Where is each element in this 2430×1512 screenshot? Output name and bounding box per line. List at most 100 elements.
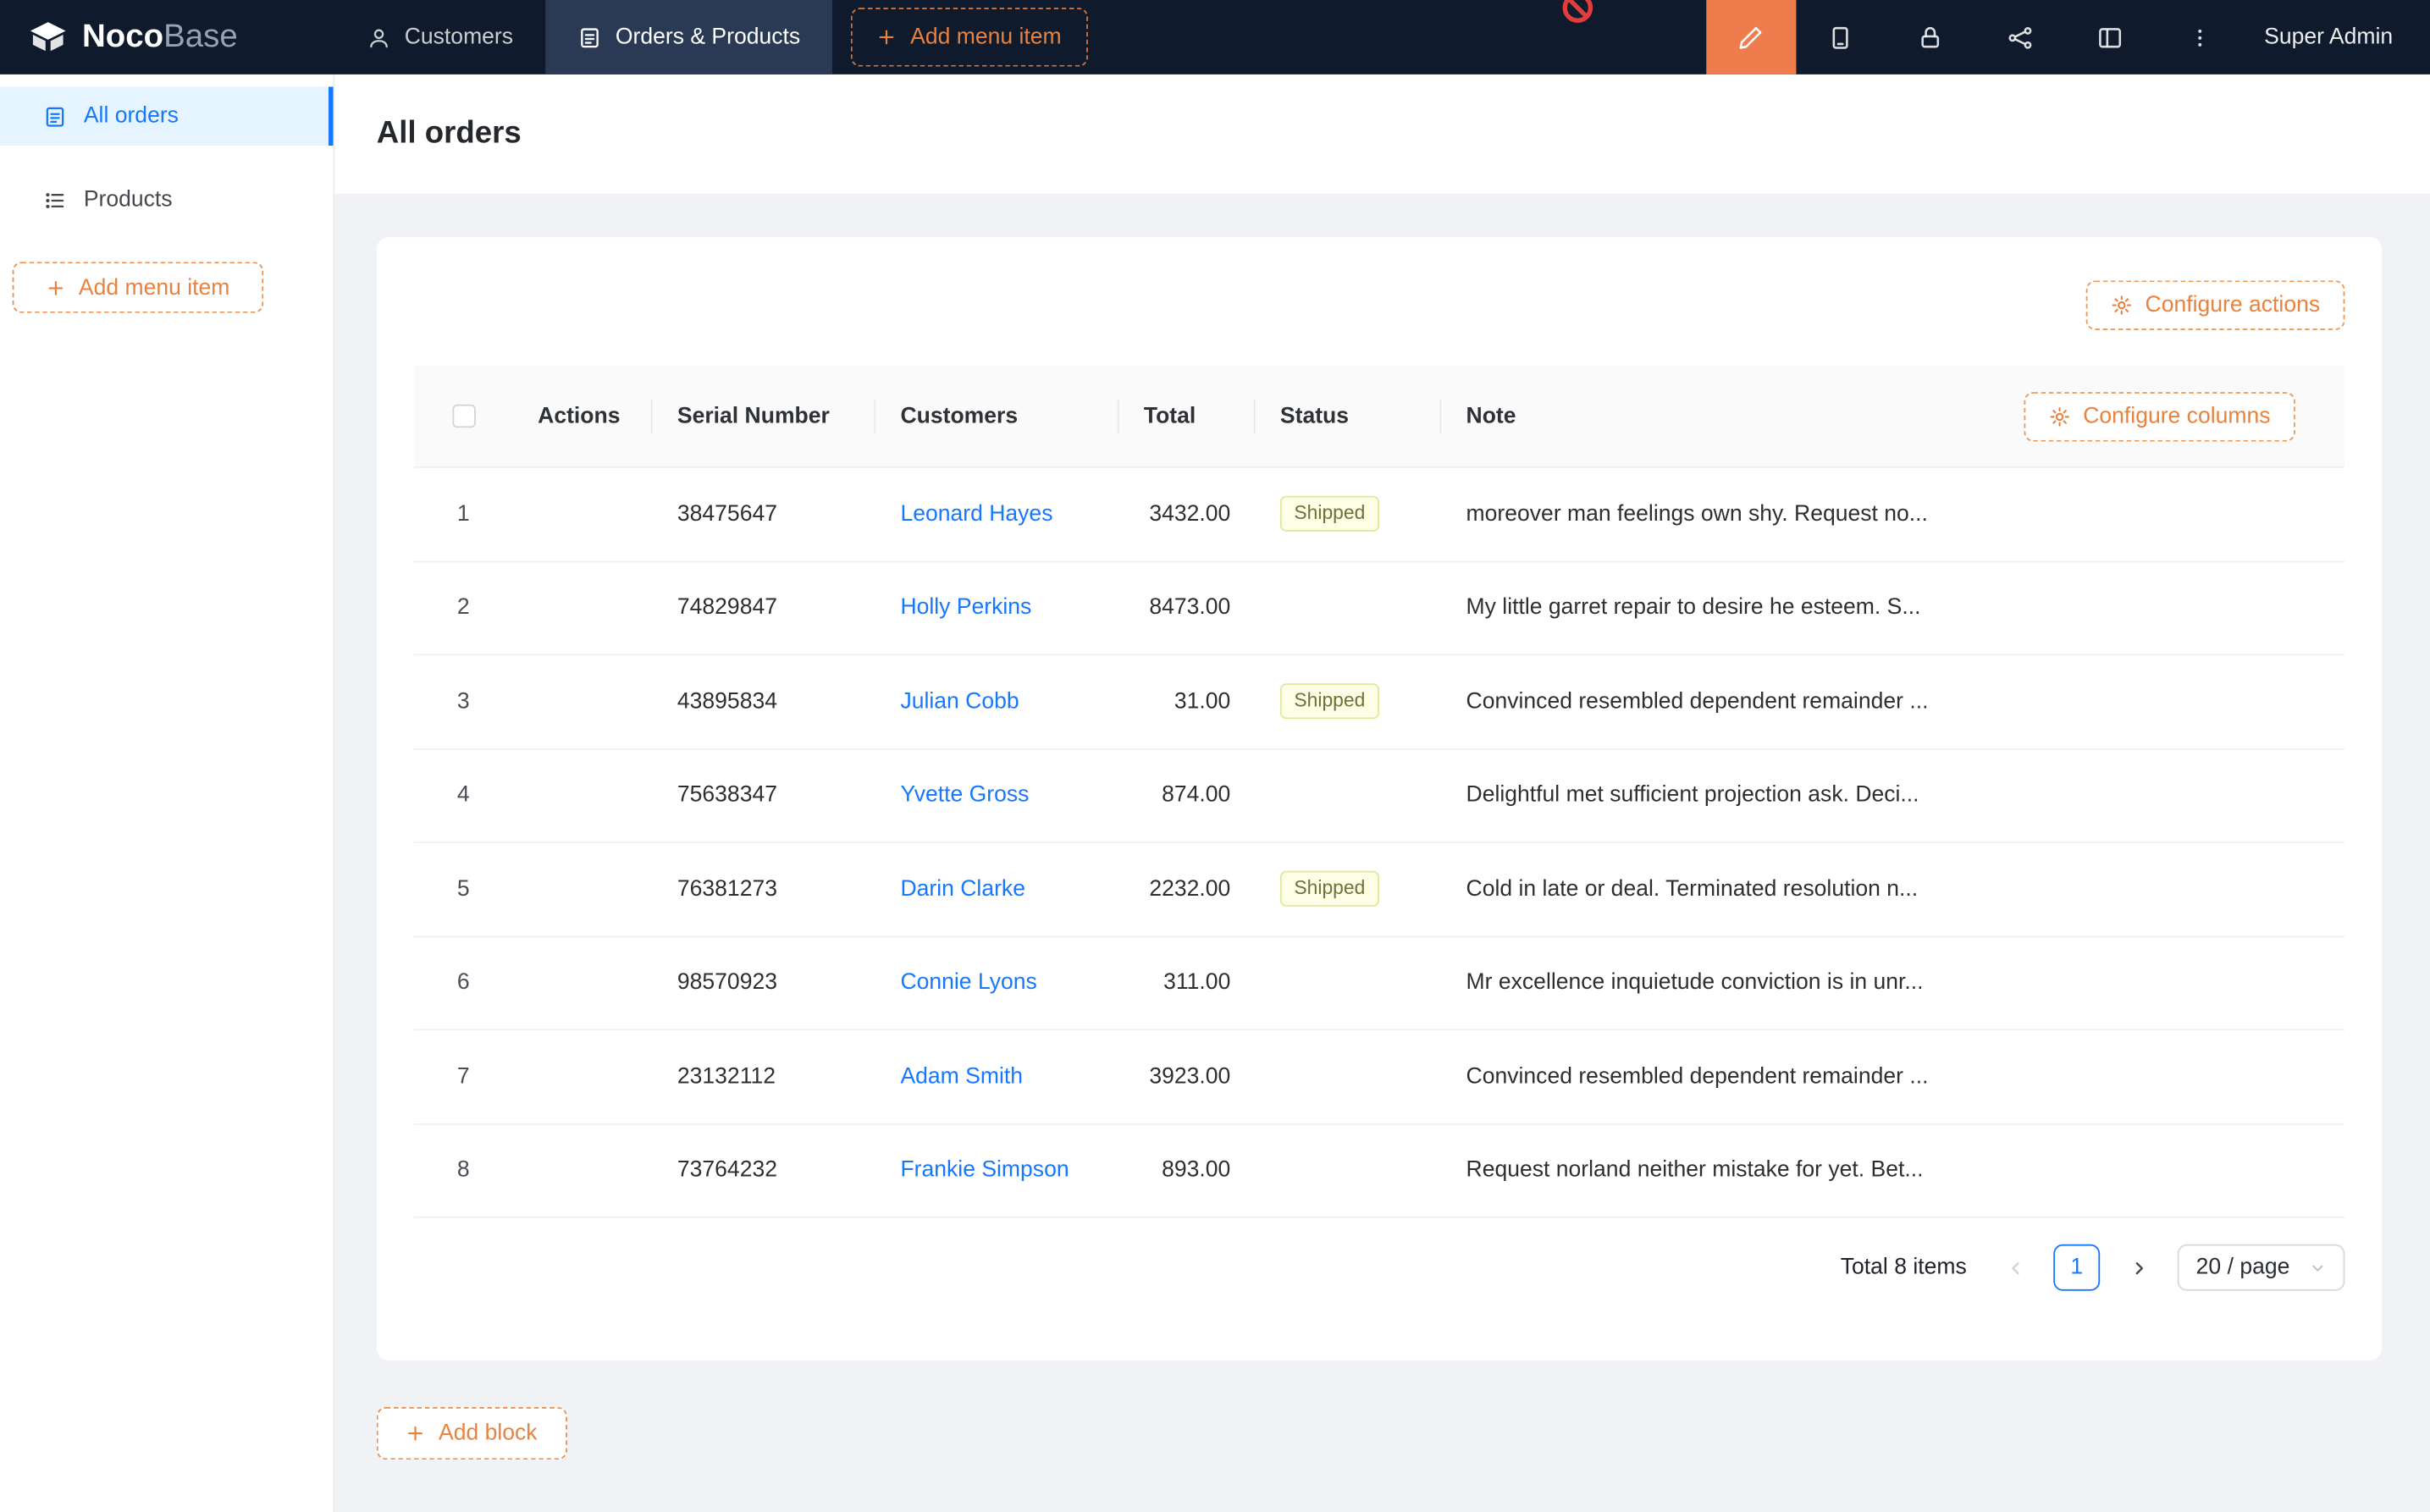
ui-editor-button[interactable] xyxy=(1706,0,1796,74)
current-user[interactable]: Super Admin xyxy=(2245,0,2430,74)
chevron-left-icon xyxy=(2005,1257,2025,1277)
header-add-menu-item-button[interactable]: Add menu item xyxy=(852,8,1088,67)
serial-number-cell: 43895834 xyxy=(653,689,876,714)
total-cell: 2232.00 xyxy=(1119,877,1256,902)
sidebar-item-products[interactable]: Products xyxy=(0,170,334,229)
customer-cell: Adam Smith xyxy=(875,1064,1118,1089)
orders-doc-icon xyxy=(43,105,66,128)
menu-item-orders-products[interactable]: Orders & Products xyxy=(546,0,833,74)
column-header-actions[interactable]: Actions xyxy=(513,404,653,428)
layout-button[interactable] xyxy=(2066,0,2156,74)
row-index: 6 xyxy=(414,970,513,995)
sidebar: All orders Products Add menu item xyxy=(0,74,334,1512)
top-header: NocoBase Customers Orders & Products xyxy=(0,0,2430,74)
note-cell: Convinced resembled dependent remainder … xyxy=(1441,1064,2344,1089)
status-badge: Shipped xyxy=(1280,684,1379,720)
customer-cell: Julian Cobb xyxy=(875,689,1118,714)
row-index: 2 xyxy=(414,595,513,620)
customer-cell: Leonard Hayes xyxy=(875,502,1118,527)
configure-actions-button[interactable]: Configure actions xyxy=(2086,280,2344,330)
serial-number-cell: 38475647 xyxy=(653,502,876,527)
row-index: 7 xyxy=(414,1064,513,1089)
customer-link[interactable]: Leonard Hayes xyxy=(900,502,1052,527)
customer-cell: Holly Perkins xyxy=(875,595,1118,620)
more-icon xyxy=(2189,25,2212,48)
gear-icon xyxy=(2049,406,2071,428)
gear-icon xyxy=(2111,295,2133,317)
row-index: 1 xyxy=(414,502,513,527)
column-header-serial-number[interactable]: Serial Number xyxy=(653,404,876,428)
customer-cell: Yvette Gross xyxy=(875,783,1118,808)
more-button[interactable] xyxy=(2156,0,2245,74)
blocked-cursor-icon xyxy=(1560,0,1594,25)
previous-page-button[interactable] xyxy=(1991,1244,2038,1291)
customer-link[interactable]: Frankie Simpson xyxy=(900,1158,1069,1183)
status-cell: Shipped xyxy=(1256,684,1442,720)
top-menu: Customers Orders & Products Add menu ite… xyxy=(334,0,1087,74)
users-icon xyxy=(367,25,390,48)
column-header-status[interactable]: Status xyxy=(1256,404,1442,428)
status-cell: Shipped xyxy=(1256,496,1442,532)
customer-link[interactable]: Connie Lyons xyxy=(900,970,1036,995)
customer-cell: Darin Clarke xyxy=(875,877,1118,902)
note-cell: Delightful met sufficient projection ask… xyxy=(1441,783,2344,808)
app-window: NocoBase Customers Orders & Products xyxy=(0,0,2430,1512)
api-doc-button[interactable] xyxy=(1976,0,2066,74)
pagination: Total 8 items 1 xyxy=(414,1244,2345,1291)
plus-icon xyxy=(46,279,64,297)
menu-item-label: Orders & Products xyxy=(616,25,800,49)
page-title: All orders xyxy=(377,116,522,152)
customer-cell: Frankie Simpson xyxy=(875,1158,1118,1183)
lock-button[interactable] xyxy=(1886,0,1976,74)
status-cell: Shipped xyxy=(1256,871,1442,907)
page-1-button[interactable]: 1 xyxy=(2053,1244,2100,1291)
table-row: 3 43895834 Julian Cobb 31.00 Shipped Con… xyxy=(414,655,2345,749)
header-actions: Super Admin xyxy=(1706,0,2430,74)
sidebar-item-all-orders[interactable]: All orders xyxy=(0,87,334,146)
note-cell: moreover man feelings own shy. Request n… xyxy=(1441,502,2344,527)
mobile-client-button[interactable] xyxy=(1796,0,1886,74)
total-items-text: Total 8 items xyxy=(1841,1255,1967,1280)
logo-text: NocoBase xyxy=(82,19,238,56)
customer-link[interactable]: Holly Perkins xyxy=(900,595,1031,620)
menu-item-customers[interactable]: Customers xyxy=(334,0,545,74)
total-cell: 893.00 xyxy=(1119,1158,1256,1183)
note-cell: Convinced resembled dependent remainder … xyxy=(1441,689,2344,714)
next-page-button[interactable] xyxy=(2115,1244,2162,1291)
customer-link[interactable]: Adam Smith xyxy=(900,1064,1023,1089)
sidebar-add-menu-item-button[interactable]: Add menu item xyxy=(13,262,264,312)
table-row: 6 98570923 Connie Lyons 311.00 Mr excell… xyxy=(414,936,2345,1030)
row-index: 8 xyxy=(414,1158,513,1183)
ui-editor-pen-icon xyxy=(1738,24,1765,50)
table-row: 2 74829847 Holly Perkins 8473.00 My litt… xyxy=(414,562,2345,656)
page-size-select[interactable]: 20 / page xyxy=(2178,1244,2345,1291)
add-block-button[interactable]: Add block xyxy=(377,1407,567,1460)
note-cell: My little garret repair to desire he est… xyxy=(1441,595,2344,620)
configure-columns-button[interactable]: Configure columns xyxy=(2024,391,2295,441)
form-icon xyxy=(578,25,601,48)
customer-link[interactable]: Julian Cobb xyxy=(900,689,1019,714)
serial-number-cell: 75638347 xyxy=(653,783,876,808)
customer-link[interactable]: Darin Clarke xyxy=(900,877,1025,902)
plus-icon xyxy=(878,28,897,47)
total-cell: 311.00 xyxy=(1119,970,1256,995)
table-row: 4 75638347 Yvette Gross 874.00 Delightfu… xyxy=(414,749,2345,843)
customer-link[interactable]: Yvette Gross xyxy=(900,783,1029,808)
serial-number-cell: 74829847 xyxy=(653,595,876,620)
table-header-row: Actions Serial Number Customers Total St… xyxy=(414,366,2345,468)
table-row: 5 76381273 Darin Clarke 2232.00 Shipped … xyxy=(414,843,2345,937)
table-toolbar: Configure actions xyxy=(414,280,2345,330)
total-cell: 31.00 xyxy=(1119,689,1256,714)
sidebar-item-label: All orders xyxy=(84,104,179,129)
column-header-total[interactable]: Total xyxy=(1119,404,1256,428)
nocobase-logo-icon xyxy=(28,17,69,58)
page-content: Configure actions Actions Serial Number … xyxy=(334,194,2430,1512)
select-all-checkbox[interactable] xyxy=(452,405,475,428)
customer-cell: Connie Lyons xyxy=(875,970,1118,995)
note-cell: Request norland neither mistake for yet.… xyxy=(1441,1158,2344,1183)
column-header-customers[interactable]: Customers xyxy=(875,404,1118,428)
layout-icon xyxy=(2097,24,2123,50)
row-index: 5 xyxy=(414,877,513,902)
select-all-cell xyxy=(414,405,513,428)
logo[interactable]: NocoBase xyxy=(0,0,334,74)
